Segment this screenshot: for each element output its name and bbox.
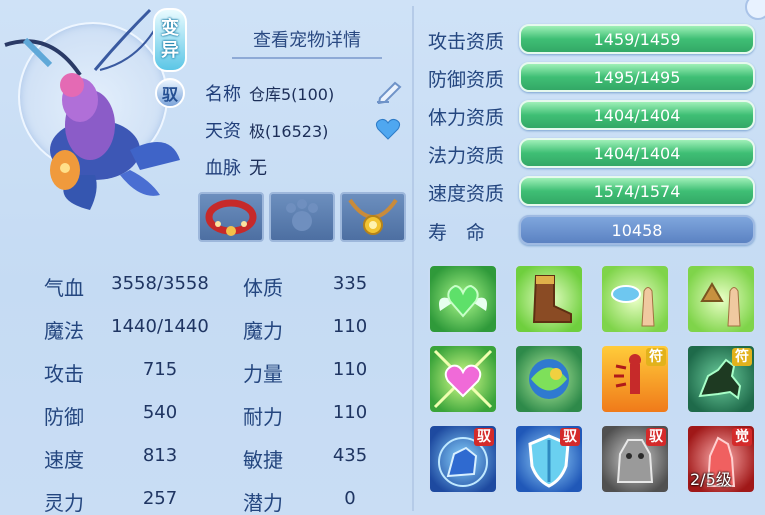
pet-portrait: 变 异 驭	[0, 0, 200, 230]
green-heart-wings-icon	[439, 284, 487, 318]
point-value-magic: 110	[332, 316, 368, 337]
skill-slot-7[interactable]: 符	[600, 344, 670, 414]
gold-necklace-icon	[348, 198, 398, 235]
skill-slot-3[interactable]	[600, 264, 670, 334]
stat-value-hp: 3558/3558	[111, 273, 209, 294]
skill-7-tag: 符	[646, 348, 666, 366]
skill-slot-2[interactable]	[514, 264, 584, 334]
skill-slot-10[interactable]: 驭	[514, 424, 584, 494]
paw-placeholder-icon	[286, 199, 318, 231]
boot-icon	[532, 275, 572, 323]
skill-9-tag: 驭	[474, 428, 494, 446]
water-hand-icon	[611, 285, 655, 327]
skill-12-level: 2/5级	[690, 470, 732, 489]
aptitude-bar-speed: 1574/1574	[519, 176, 755, 206]
equip-slot-empty[interactable]	[269, 192, 335, 242]
skill-slot-5[interactable]	[428, 344, 498, 414]
aptitude-label-mana: 法力资质	[428, 145, 505, 167]
stat-label-mp: 魔法	[44, 319, 84, 343]
equip-slot-necklace[interactable]	[340, 192, 406, 242]
talent-label: 天资	[205, 121, 241, 142]
skill-slot-4[interactable]	[686, 264, 756, 334]
skill-11-tag: 驭	[646, 428, 666, 446]
pink-heart-icon	[433, 349, 493, 409]
aptitude-bar-stamina: 1404/1404	[519, 100, 755, 130]
skill-slot-11[interactable]: 驭	[600, 424, 670, 494]
lifespan-bar: 10458	[519, 215, 755, 245]
aptitude-bar-attack: 1459/1459	[519, 24, 755, 54]
skill-slot-8[interactable]: 符	[686, 344, 756, 414]
page-title: 查看宠物详情	[232, 26, 382, 59]
point-label-strength: 力量	[243, 362, 283, 386]
pet-name-label: 名称	[205, 84, 241, 105]
skill-10-tag: 驭	[560, 428, 580, 446]
aptitude-bar-mana: 1404/1404	[519, 138, 755, 168]
point-value-strength: 110	[332, 359, 368, 380]
skill-slot-9[interactable]: 驭	[428, 424, 498, 494]
point-label-magic: 魔力	[243, 319, 283, 343]
skill-slot-12[interactable]: 觉 2/5级	[686, 424, 756, 494]
earth-hand-icon	[700, 282, 741, 327]
stat-label-defense: 防御	[44, 405, 84, 429]
favorite-heart-icon[interactable]	[375, 117, 401, 145]
aptitude-bar-defense: 1495/1495	[519, 62, 755, 92]
skill-slot-6[interactable]	[514, 344, 584, 414]
skill-8-tag: 符	[732, 348, 752, 366]
pet-name-value: 仓库5(100)	[249, 85, 335, 104]
variant-badge: 变 异	[153, 8, 187, 72]
point-value-constitution: 335	[332, 273, 368, 294]
bloodline-label: 血脉	[205, 158, 241, 179]
skill-slot-1[interactable]	[428, 264, 498, 334]
stat-label-attack: 攻击	[44, 362, 84, 386]
point-label-potential: 潜力	[243, 491, 283, 515]
point-value-agility: 435	[332, 445, 368, 466]
point-label-endurance: 耐力	[243, 405, 283, 429]
bloodline-value: 无	[249, 158, 267, 179]
aptitude-label-defense: 防御资质	[428, 69, 505, 91]
stat-value-speed: 813	[142, 445, 178, 466]
lifespan-label: 寿 命	[428, 222, 486, 244]
equip-slot-collar[interactable]	[198, 192, 264, 242]
point-value-endurance: 110	[332, 402, 368, 423]
edit-name-pencil-icon[interactable]	[375, 78, 405, 108]
close-corner-icon[interactable]	[745, 0, 765, 20]
variant-badge-char1: 变	[161, 18, 179, 39]
swirl-orb-icon	[529, 359, 569, 399]
red-collar-icon	[205, 199, 257, 236]
stat-value-attack: 715	[142, 359, 178, 380]
pet-name-row: 名称 仓库5(100)	[205, 80, 334, 106]
yu-badge: 驭	[155, 78, 185, 108]
aptitude-label-speed: 速度资质	[428, 183, 505, 205]
variant-badge-char2: 异	[161, 40, 179, 61]
talent-row: 天资 极(16523)	[205, 117, 328, 143]
stat-value-defense: 540	[142, 402, 178, 423]
stat-label-spirit: 灵力	[44, 491, 84, 515]
stat-label-speed: 速度	[44, 448, 84, 472]
point-label-constitution: 体质	[243, 276, 283, 300]
stat-value-spirit: 257	[142, 488, 178, 509]
point-value-potential: 0	[344, 488, 356, 509]
aptitude-label-stamina: 体力资质	[428, 107, 505, 129]
panel-divider	[412, 6, 414, 511]
stat-value-mp: 1440/1440	[111, 316, 209, 337]
stat-label-hp: 气血	[44, 276, 84, 300]
aptitude-label-attack: 攻击资质	[428, 31, 505, 53]
skill-12-tag: 觉	[732, 428, 752, 446]
point-label-agility: 敏捷	[243, 448, 283, 472]
talent-value: 极(16523)	[249, 122, 329, 141]
bloodline-row: 血脉 无	[205, 154, 267, 180]
